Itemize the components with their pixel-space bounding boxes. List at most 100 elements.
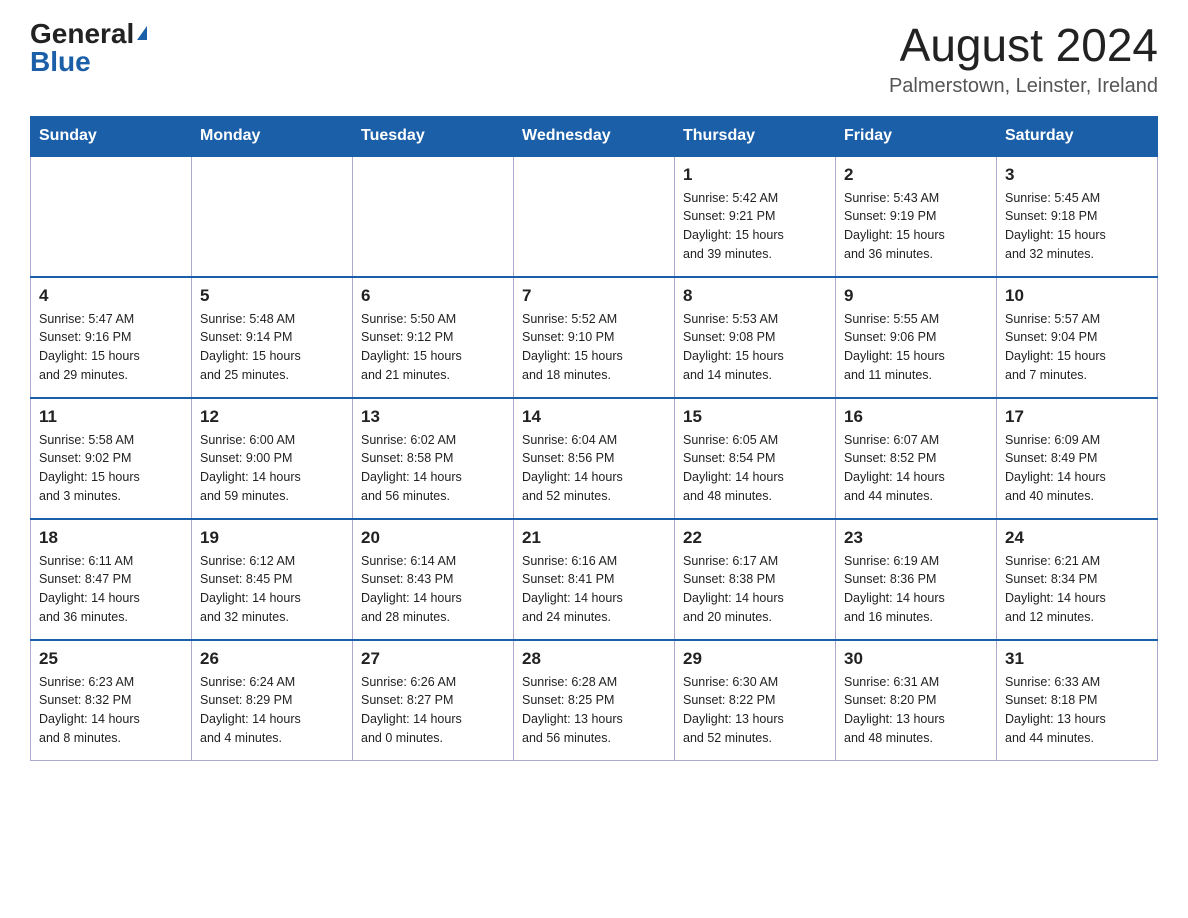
calendar-header-row: SundayMondayTuesdayWednesdayThursdayFrid… (31, 116, 1158, 156)
day-info: Sunrise: 5:57 AM Sunset: 9:04 PM Dayligh… (1005, 310, 1149, 385)
day-number: 2 (844, 165, 988, 185)
calendar-cell: 22 Sunrise: 6:17 AM Sunset: 8:38 PM Dayli… (675, 519, 836, 640)
calendar-cell: 23Sunrise: 6:19 AM Sunset: 8:36 PM Dayli… (836, 519, 997, 640)
header-thursday: Thursday (675, 116, 836, 156)
week-row-2: 4 Sunrise: 5:47 AM Sunset: 9:16 PM Daylig… (31, 277, 1158, 398)
title-block: August 2024 Palmerstown, Leinster, Irela… (889, 20, 1158, 98)
day-info: Sunrise: 5:55 AM Sunset: 9:06 PM Dayligh… (844, 310, 988, 385)
calendar-cell: 21 Sunrise: 6:16 AM Sunset: 8:41 PM Dayli… (514, 519, 675, 640)
day-info: Sunrise: 6:21 AM Sunset: 8:34 PM Dayligh… (1005, 552, 1149, 627)
calendar-cell: 5 Sunrise: 5:48 AM Sunset: 9:14 PM Daylig… (192, 277, 353, 398)
calendar-cell: 12 Sunrise: 6:00 AM Sunset: 9:00 PM Dayli… (192, 398, 353, 519)
header-sunday: Sunday (31, 116, 192, 156)
day-info: Sunrise: 5:45 AM Sunset: 9:18 PM Dayligh… (1005, 189, 1149, 264)
week-row-3: 11 Sunrise: 5:58 AM Sunset: 9:02 PM Dayli… (31, 398, 1158, 519)
calendar-cell: 9Sunrise: 5:55 AM Sunset: 9:06 PM Daylig… (836, 277, 997, 398)
month-year-title: August 2024 (889, 20, 1158, 71)
day-info: Sunrise: 6:04 AM Sunset: 8:56 PM Dayligh… (522, 431, 666, 506)
day-number: 25 (39, 649, 183, 669)
day-number: 29 (683, 649, 827, 669)
day-info: Sunrise: 6:09 AM Sunset: 8:49 PM Dayligh… (1005, 431, 1149, 506)
day-info: Sunrise: 5:42 AM Sunset: 9:21 PM Dayligh… (683, 189, 827, 264)
header-monday: Monday (192, 116, 353, 156)
calendar-cell: 31 Sunrise: 6:33 AM Sunset: 8:18 PM Dayli… (997, 640, 1158, 761)
calendar-cell: 24 Sunrise: 6:21 AM Sunset: 8:34 PM Dayli… (997, 519, 1158, 640)
header-saturday: Saturday (997, 116, 1158, 156)
logo-general-text: General (30, 20, 134, 48)
calendar-cell: 28Sunrise: 6:28 AM Sunset: 8:25 PM Dayli… (514, 640, 675, 761)
day-info: Sunrise: 5:53 AM Sunset: 9:08 PM Dayligh… (683, 310, 827, 385)
day-info: Sunrise: 6:07 AM Sunset: 8:52 PM Dayligh… (844, 431, 988, 506)
day-number: 16 (844, 407, 988, 427)
day-number: 11 (39, 407, 183, 427)
day-number: 23 (844, 528, 988, 548)
day-number: 28 (522, 649, 666, 669)
day-number: 12 (200, 407, 344, 427)
day-info: Sunrise: 6:23 AM Sunset: 8:32 PM Dayligh… (39, 673, 183, 748)
day-info: Sunrise: 6:17 AM Sunset: 8:38 PM Dayligh… (683, 552, 827, 627)
day-info: Sunrise: 6:16 AM Sunset: 8:41 PM Dayligh… (522, 552, 666, 627)
day-info: Sunrise: 5:50 AM Sunset: 9:12 PM Dayligh… (361, 310, 505, 385)
calendar-cell: 20Sunrise: 6:14 AM Sunset: 8:43 PM Dayli… (353, 519, 514, 640)
calendar-cell: 4 Sunrise: 5:47 AM Sunset: 9:16 PM Daylig… (31, 277, 192, 398)
day-info: Sunrise: 6:26 AM Sunset: 8:27 PM Dayligh… (361, 673, 505, 748)
logo-arrow-icon (137, 26, 147, 40)
day-number: 24 (1005, 528, 1149, 548)
calendar-cell: 29 Sunrise: 6:30 AM Sunset: 8:22 PM Dayli… (675, 640, 836, 761)
day-info: Sunrise: 6:24 AM Sunset: 8:29 PM Dayligh… (200, 673, 344, 748)
calendar-cell: 18 Sunrise: 6:11 AM Sunset: 8:47 PM Dayli… (31, 519, 192, 640)
day-info: Sunrise: 6:33 AM Sunset: 8:18 PM Dayligh… (1005, 673, 1149, 748)
day-number: 27 (361, 649, 505, 669)
calendar-cell (31, 156, 192, 277)
day-info: Sunrise: 6:30 AM Sunset: 8:22 PM Dayligh… (683, 673, 827, 748)
calendar-table: SundayMondayTuesdayWednesdayThursdayFrid… (30, 116, 1158, 761)
day-number: 21 (522, 528, 666, 548)
calendar-cell: 11 Sunrise: 5:58 AM Sunset: 9:02 PM Dayli… (31, 398, 192, 519)
calendar-cell: 26 Sunrise: 6:24 AM Sunset: 8:29 PM Dayli… (192, 640, 353, 761)
calendar-cell: 27 Sunrise: 6:26 AM Sunset: 8:27 PM Dayli… (353, 640, 514, 761)
day-number: 13 (361, 407, 505, 427)
day-number: 30 (844, 649, 988, 669)
calendar-cell: 17 Sunrise: 6:09 AM Sunset: 8:49 PM Dayli… (997, 398, 1158, 519)
day-info: Sunrise: 6:02 AM Sunset: 8:58 PM Dayligh… (361, 431, 505, 506)
week-row-5: 25 Sunrise: 6:23 AM Sunset: 8:32 PM Dayli… (31, 640, 1158, 761)
day-info: Sunrise: 5:52 AM Sunset: 9:10 PM Dayligh… (522, 310, 666, 385)
calendar-cell (192, 156, 353, 277)
logo: General Blue (30, 20, 147, 76)
location-subtitle: Palmerstown, Leinster, Ireland (889, 75, 1158, 98)
calendar-cell: 10Sunrise: 5:57 AM Sunset: 9:04 PM Dayli… (997, 277, 1158, 398)
day-number: 5 (200, 286, 344, 306)
day-number: 6 (361, 286, 505, 306)
day-number: 14 (522, 407, 666, 427)
day-info: Sunrise: 5:47 AM Sunset: 9:16 PM Dayligh… (39, 310, 183, 385)
day-info: Sunrise: 6:11 AM Sunset: 8:47 PM Dayligh… (39, 552, 183, 627)
calendar-cell: 19 Sunrise: 6:12 AM Sunset: 8:45 PM Dayli… (192, 519, 353, 640)
day-info: Sunrise: 6:00 AM Sunset: 9:00 PM Dayligh… (200, 431, 344, 506)
day-number: 22 (683, 528, 827, 548)
day-number: 8 (683, 286, 827, 306)
day-number: 3 (1005, 165, 1149, 185)
calendar-cell: 8 Sunrise: 5:53 AM Sunset: 9:08 PM Daylig… (675, 277, 836, 398)
day-number: 1 (683, 165, 827, 185)
day-number: 26 (200, 649, 344, 669)
calendar-cell: 15Sunrise: 6:05 AM Sunset: 8:54 PM Dayli… (675, 398, 836, 519)
day-number: 19 (200, 528, 344, 548)
day-number: 17 (1005, 407, 1149, 427)
day-info: Sunrise: 6:05 AM Sunset: 8:54 PM Dayligh… (683, 431, 827, 506)
day-info: Sunrise: 6:12 AM Sunset: 8:45 PM Dayligh… (200, 552, 344, 627)
day-info: Sunrise: 5:48 AM Sunset: 9:14 PM Dayligh… (200, 310, 344, 385)
day-info: Sunrise: 6:31 AM Sunset: 8:20 PM Dayligh… (844, 673, 988, 748)
day-number: 4 (39, 286, 183, 306)
day-number: 31 (1005, 649, 1149, 669)
calendar-cell: 13 Sunrise: 6:02 AM Sunset: 8:58 PM Dayli… (353, 398, 514, 519)
day-info: Sunrise: 5:43 AM Sunset: 9:19 PM Dayligh… (844, 189, 988, 264)
calendar-cell: 6 Sunrise: 5:50 AM Sunset: 9:12 PM Daylig… (353, 277, 514, 398)
day-info: Sunrise: 5:58 AM Sunset: 9:02 PM Dayligh… (39, 431, 183, 506)
week-row-1: 1 Sunrise: 5:42 AM Sunset: 9:21 PM Daylig… (31, 156, 1158, 277)
calendar-cell: 14 Sunrise: 6:04 AM Sunset: 8:56 PM Dayli… (514, 398, 675, 519)
day-number: 18 (39, 528, 183, 548)
header-friday: Friday (836, 116, 997, 156)
day-info: Sunrise: 6:14 AM Sunset: 8:43 PM Dayligh… (361, 552, 505, 627)
calendar-cell: 1 Sunrise: 5:42 AM Sunset: 9:21 PM Daylig… (675, 156, 836, 277)
page-header: General Blue August 2024 Palmerstown, Le… (30, 20, 1158, 98)
